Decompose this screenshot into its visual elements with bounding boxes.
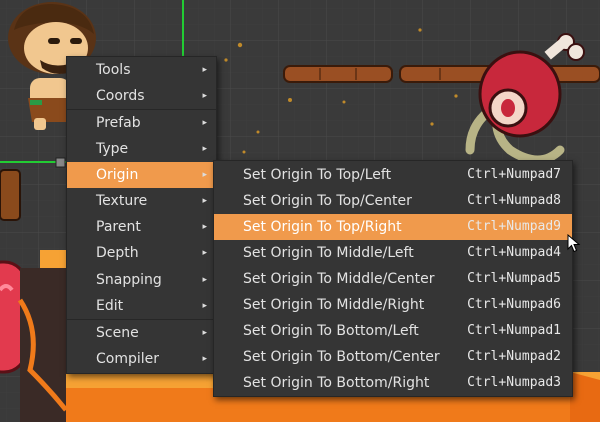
menu-item-parent[interactable]: Parent ▸	[67, 214, 216, 240]
menu-item-snapping[interactable]: Snapping ▸	[67, 267, 216, 293]
menu-item-scene[interactable]: Scene ▸	[67, 320, 216, 346]
submenu-item-label: Set Origin To Bottom/Left	[243, 323, 419, 339]
submenu-arrow-icon: ▸	[202, 118, 207, 128]
menu-item-label: Edit	[96, 298, 124, 314]
menu-item-label: Origin	[96, 167, 139, 183]
submenu-item-label: Set Origin To Top/Left	[243, 167, 392, 183]
submenu-item-origin-3[interactable]: Set Origin To Top/Right Ctrl+Numpad9	[214, 214, 572, 240]
submenu-item-origin-2[interactable]: Set Origin To Top/Center Ctrl+Numpad8	[214, 188, 572, 214]
selection-handle	[55, 157, 66, 168]
menu-item-label: Compiler	[96, 351, 160, 367]
menu-item-coords[interactable]: Coords ▸	[67, 83, 216, 109]
submenu-arrow-icon: ▸	[202, 222, 207, 232]
menu-item-label: Type	[96, 141, 129, 157]
submenu-item-origin-5[interactable]: Set Origin To Middle/Center Ctrl+Numpad5	[214, 266, 572, 292]
submenu-item-label: Set Origin To Top/Right	[243, 219, 402, 235]
submenu-arrow-icon: ▸	[202, 196, 207, 206]
menu-item-label: Coords	[96, 88, 145, 104]
submenu-item-origin-1[interactable]: Set Origin To Top/Left Ctrl+Numpad7	[214, 162, 572, 188]
submenu-item-origin-6[interactable]: Set Origin To Middle/Right Ctrl+Numpad6	[214, 292, 572, 318]
submenu-arrow-icon: ▸	[202, 328, 207, 338]
menu-item-edit[interactable]: Edit ▸	[67, 293, 216, 319]
submenu-arrow-icon: ▸	[202, 248, 207, 258]
menu-item-label: Texture	[96, 193, 148, 209]
shortcut-label: Ctrl+Numpad3	[467, 375, 561, 390]
submenu-arrow-icon: ▸	[202, 301, 207, 311]
menu-item-label: Depth	[96, 245, 139, 261]
submenu-arrow-icon: ▸	[202, 275, 207, 285]
submenu-arrow-icon: ▸	[202, 91, 207, 101]
submenu-arrow-icon: ▸	[202, 144, 207, 154]
shortcut-label: Ctrl+Numpad9	[467, 219, 561, 234]
shortcut-label: Ctrl+Numpad7	[467, 167, 561, 182]
menu-item-tools[interactable]: Tools ▸	[67, 57, 216, 83]
submenu-item-label: Set Origin To Middle/Right	[243, 297, 425, 313]
mouse-pointer-icon	[567, 234, 581, 253]
shortcut-label: Ctrl+Numpad4	[467, 245, 561, 260]
menu-item-texture[interactable]: Texture ▸	[67, 188, 216, 214]
submenu-item-label: Set Origin To Top/Center	[243, 193, 412, 209]
origin-submenu: Set Origin To Top/Left Ctrl+Numpad7 Set Or…	[213, 160, 573, 397]
submenu-arrow-icon: ▸	[202, 65, 207, 75]
menu-item-label: Scene	[96, 325, 139, 341]
menu-item-prefab[interactable]: Prefab ▸	[67, 110, 216, 136]
menu-item-origin[interactable]: Origin ▸	[67, 162, 216, 188]
context-menu: Tools ▸ Coords ▸ Prefab ▸ Type ▸ Origin ▸ Texture ▸…	[66, 56, 217, 374]
menu-item-label: Snapping	[96, 272, 162, 288]
submenu-arrow-icon: ▸	[202, 354, 207, 364]
shortcut-label: Ctrl+Numpad1	[467, 323, 561, 338]
menu-item-depth[interactable]: Depth ▸	[67, 240, 216, 266]
shortcut-label: Ctrl+Numpad2	[467, 349, 561, 364]
submenu-arrow-icon: ▸	[202, 170, 207, 180]
shortcut-label: Ctrl+Numpad6	[467, 297, 561, 312]
shortcut-label: Ctrl+Numpad8	[467, 193, 561, 208]
submenu-item-origin-8[interactable]: Set Origin To Bottom/Center Ctrl+Numpad2	[214, 344, 572, 370]
menu-item-label: Tools	[96, 62, 131, 78]
submenu-item-label: Set Origin To Middle/Center	[243, 271, 435, 287]
submenu-item-origin-9[interactable]: Set Origin To Bottom/Right Ctrl+Numpad3	[214, 370, 572, 396]
menu-item-label: Prefab	[96, 115, 141, 131]
shortcut-label: Ctrl+Numpad5	[467, 271, 561, 286]
menu-item-compiler[interactable]: Compiler ▸	[67, 346, 216, 372]
submenu-item-origin-4[interactable]: Set Origin To Middle/Left Ctrl+Numpad4	[214, 240, 572, 266]
wooden-crate	[0, 169, 21, 221]
menu-item-type[interactable]: Type ▸	[67, 136, 216, 162]
menu-item-label: Parent	[96, 219, 141, 235]
submenu-item-label: Set Origin To Bottom/Right	[243, 375, 430, 391]
submenu-item-origin-7[interactable]: Set Origin To Bottom/Left Ctrl+Numpad1	[214, 318, 572, 344]
submenu-item-label: Set Origin To Middle/Left	[243, 245, 414, 261]
submenu-item-label: Set Origin To Bottom/Center	[243, 349, 440, 365]
